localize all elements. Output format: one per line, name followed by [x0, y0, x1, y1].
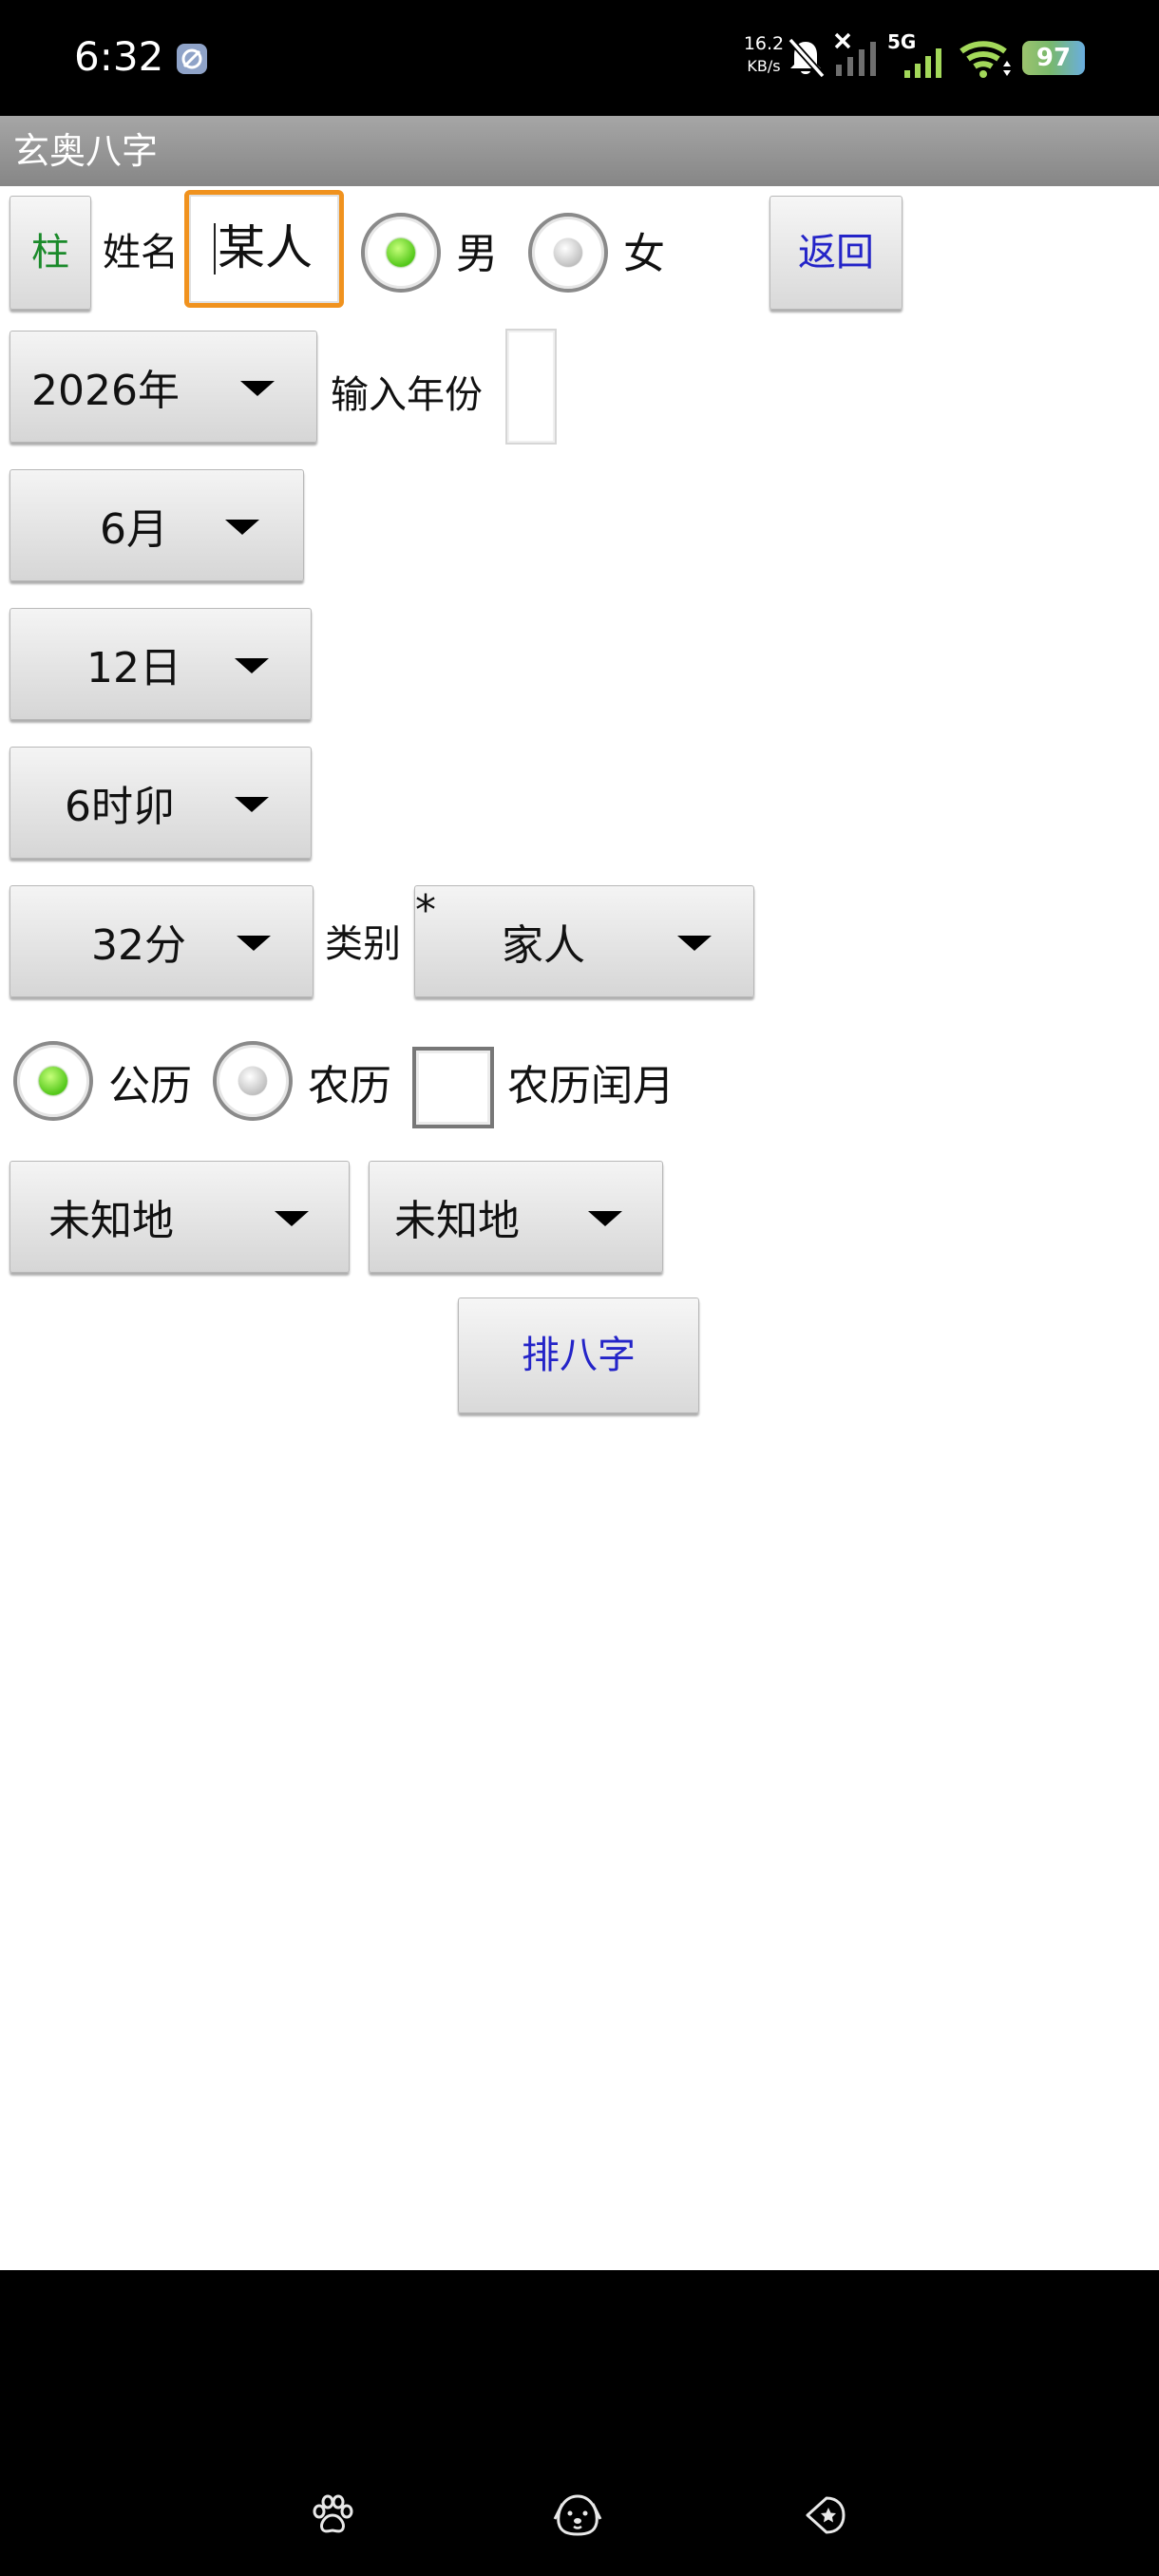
solar-calendar-label: 公历 [108, 1062, 192, 1110]
name-input-value: 某人 [218, 220, 313, 275]
signal-icon [904, 48, 941, 78]
lunar-calendar-label: 农历 [308, 1062, 391, 1110]
back-button[interactable]: 返回 [770, 196, 902, 310]
name-label: 姓名 [103, 231, 179, 275]
year-spinner-value: 2026年 [31, 367, 180, 415]
status-bar: 6:32 16.2 KB/s 5G 97 [0, 0, 1159, 116]
app-title: 玄奥八字 [13, 130, 159, 172]
month-spinner-value: 6月 [100, 505, 168, 554]
chevron-down-icon [677, 936, 712, 951]
male-label: 男 [456, 230, 498, 278]
category-spinner-value: 家人 [502, 921, 585, 970]
hour-spinner[interactable]: 6时卯 [10, 747, 312, 859]
battery-icon: 97 [1022, 41, 1085, 75]
chevron-down-icon [275, 1211, 309, 1226]
solar-calendar-radio[interactable] [13, 1041, 93, 1121]
female-label: 女 [623, 230, 665, 278]
mute-icon [788, 37, 826, 79]
year-input[interactable] [505, 329, 557, 445]
title-bar: 玄奥八字 [0, 116, 1159, 186]
year-spinner[interactable]: 2026年 [10, 331, 317, 443]
paipan-button[interactable]: 排八字 [458, 1297, 699, 1413]
navigation-bar [0, 2270, 1159, 2576]
month-spinner[interactable]: 6月 [10, 469, 304, 581]
network-speed-value: 16.2 [743, 33, 785, 54]
place-spinner-2[interactable]: 未知地 [369, 1161, 663, 1273]
solar-calendar-radio-dot [39, 1067, 67, 1095]
name-input[interactable]: 某人 [184, 190, 344, 308]
lunar-calendar-radio-dot [238, 1067, 267, 1095]
place-spinner-1-value: 未知地 [48, 1197, 174, 1245]
male-radio[interactable] [361, 213, 441, 293]
leap-month-checkbox[interactable] [412, 1047, 494, 1128]
lunar-calendar-radio[interactable] [213, 1041, 293, 1121]
day-spinner[interactable]: 12日 [10, 608, 312, 720]
pillar-button[interactable]: 柱 [10, 196, 91, 310]
star-back-icon[interactable] [802, 2492, 847, 2538]
year-input-label: 输入年份 [331, 373, 483, 417]
chevron-down-icon [588, 1211, 622, 1226]
network-speed: 16.2 KB/s [737, 32, 790, 78]
category-spinner[interactable]: 家人 * [414, 885, 754, 997]
no-sim-signal-icon [834, 32, 876, 76]
chevron-down-icon [225, 520, 259, 535]
place-spinner-2-value: 未知地 [394, 1197, 520, 1245]
female-radio-dot [554, 238, 582, 267]
male-radio-dot [387, 238, 415, 267]
app-notification-icon [177, 44, 207, 74]
text-cursor [214, 223, 216, 275]
status-time: 6:32 [74, 33, 164, 80]
chevron-down-icon [237, 936, 271, 951]
battery-level: 97 [1036, 44, 1072, 72]
paw-icon[interactable] [310, 2492, 355, 2538]
chevron-down-icon [235, 797, 269, 812]
day-spinner-value: 12日 [86, 644, 181, 692]
hour-spinner-value: 6时卯 [65, 783, 175, 831]
dog-face-icon[interactable] [551, 2491, 604, 2538]
chevron-down-icon [235, 658, 269, 673]
minute-spinner[interactable]: 32分 [10, 885, 314, 997]
wifi-icon [960, 41, 1011, 78]
leap-month-label: 农历闰月 [507, 1062, 674, 1110]
category-label: 类别 [325, 922, 401, 966]
chevron-down-icon [240, 381, 275, 396]
female-radio[interactable] [528, 213, 608, 293]
minute-spinner-value: 32分 [91, 921, 186, 970]
place-spinner-1[interactable]: 未知地 [10, 1161, 350, 1273]
network-speed-unit: KB/s [747, 57, 781, 75]
